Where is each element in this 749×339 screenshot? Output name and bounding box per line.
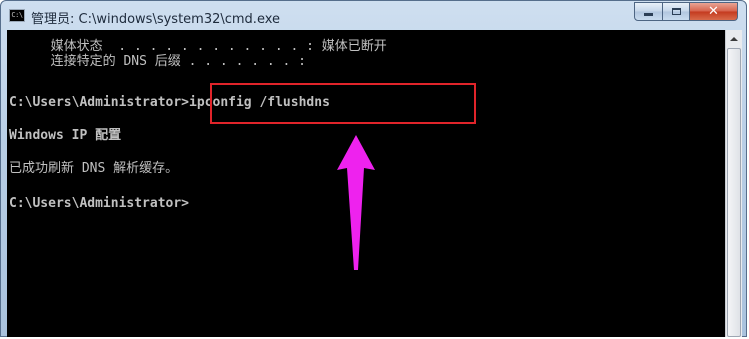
- close-icon: ✕: [708, 4, 719, 19]
- maximize-icon: [671, 8, 681, 15]
- annotation-arrow-icon: [337, 135, 375, 270]
- scroll-up-arrow-icon: [730, 36, 738, 41]
- scrollbar-thumb[interactable]: [727, 48, 741, 337]
- close-button[interactable]: ✕: [690, 2, 738, 21]
- window-title: 管理员: C:\windows\system32\cmd.exe: [31, 12, 280, 27]
- minimize-icon: [644, 13, 653, 16]
- vertical-scrollbar[interactable]: [725, 30, 742, 337]
- window-controls: ✕: [634, 2, 738, 22]
- title-bar[interactable]: C:\ 管理员: C:\windows\system32\cmd.exe ✕: [1, 1, 746, 31]
- maximize-button[interactable]: [663, 2, 690, 21]
- cmd-window-icon[interactable]: C:\: [9, 9, 25, 22]
- scroll-up-button[interactable]: [726, 30, 742, 47]
- minimize-button[interactable]: [634, 2, 663, 21]
- console-output[interactable]: 媒体状态 . . . . . . . . . . . . : 媒体已断开 连接特…: [7, 30, 725, 337]
